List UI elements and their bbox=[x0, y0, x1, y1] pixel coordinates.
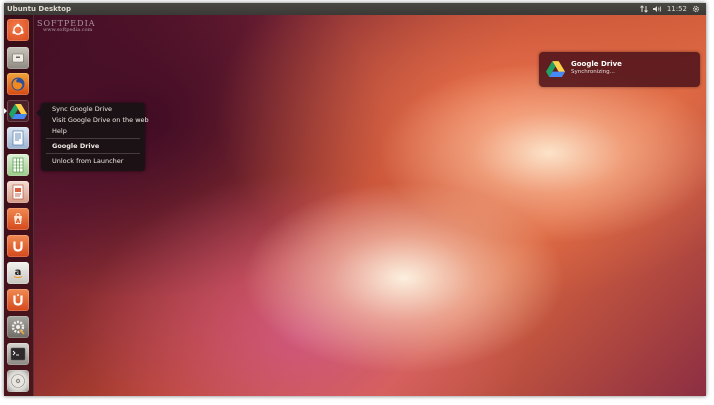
settings-icon bbox=[11, 320, 25, 335]
google-drive-icon bbox=[9, 104, 27, 119]
launcher-item-libreoffice-writer[interactable] bbox=[7, 127, 29, 149]
network-arrows-icon[interactable] bbox=[639, 5, 648, 13]
launcher-item-files[interactable] bbox=[7, 47, 29, 69]
amazon-icon: a bbox=[13, 267, 23, 278]
launcher-item-dvd[interactable] bbox=[7, 370, 29, 392]
launcher-item-ubuntu-one-music[interactable] bbox=[7, 289, 29, 311]
svg-text:A: A bbox=[16, 218, 21, 225]
file-cabinet-icon bbox=[12, 53, 24, 63]
ubuntu-logo-icon bbox=[12, 23, 24, 35]
indicator-area: 11:52 bbox=[639, 3, 700, 15]
notification-title: Google Drive bbox=[571, 60, 622, 68]
software-center-icon: A bbox=[14, 212, 22, 225]
quicklist-item-help[interactable]: Help bbox=[52, 127, 67, 135]
watermark-sub: www.softpedia.com bbox=[43, 27, 93, 33]
volume-icon[interactable] bbox=[652, 5, 662, 13]
launcher-item-amazon[interactable]: a bbox=[7, 262, 29, 284]
document-icon bbox=[12, 130, 24, 146]
active-app-indicator bbox=[4, 108, 7, 114]
launcher: A a bbox=[4, 15, 34, 396]
ubuntu-one-icon bbox=[13, 241, 23, 252]
launcher-item-system-settings[interactable] bbox=[7, 316, 29, 338]
notification-body: Synchronizing... bbox=[571, 69, 615, 75]
dvd-icon bbox=[11, 374, 25, 388]
google-drive-icon bbox=[546, 60, 565, 81]
gear-icon[interactable] bbox=[692, 5, 700, 13]
window-title: Ubuntu Desktop bbox=[7, 5, 71, 13]
spreadsheet-icon bbox=[12, 157, 24, 173]
launcher-item-libreoffice-impress[interactable] bbox=[7, 181, 29, 203]
launcher-item-libreoffice-calc[interactable] bbox=[7, 154, 29, 176]
top-panel: Ubuntu Desktop 11:52 bbox=[4, 3, 706, 15]
terminal-icon bbox=[10, 347, 26, 361]
svg-text:a: a bbox=[15, 267, 22, 278]
quicklist-item-unlock[interactable]: Unlock from Launcher bbox=[52, 157, 123, 165]
launcher-item-ubuntu-software-center[interactable]: A bbox=[7, 208, 29, 230]
quicklist-item-visit-web[interactable]: Visit Google Drive on the web bbox=[52, 116, 149, 124]
desktop-screen: Ubuntu Desktop 11:52 SOFTPEDIA www.softp… bbox=[4, 3, 706, 396]
google-drive-quicklist: Sync Google Drive Visit Google Drive on … bbox=[36, 103, 149, 171]
quicklist-item-sync[interactable]: Sync Google Drive bbox=[52, 105, 112, 113]
clock-label[interactable]: 11:52 bbox=[667, 5, 687, 13]
firefox-icon bbox=[11, 77, 25, 91]
ubuntu-one-music-icon bbox=[13, 294, 23, 306]
launcher-item-terminal[interactable] bbox=[7, 343, 29, 365]
launcher-item-google-drive[interactable] bbox=[7, 100, 29, 122]
launcher-item-dash-home[interactable] bbox=[7, 19, 29, 41]
notification-bubble: Google Drive Synchronizing... bbox=[539, 52, 700, 87]
softpedia-watermark: SOFTPEDIA www.softpedia.com bbox=[37, 20, 96, 33]
quicklist-separator bbox=[46, 153, 140, 154]
presentation-icon bbox=[12, 184, 24, 200]
quicklist-separator bbox=[46, 138, 140, 139]
launcher-item-ubuntu-one[interactable] bbox=[7, 235, 29, 257]
quicklist-app-name[interactable]: Google Drive bbox=[52, 142, 99, 150]
launcher-item-firefox[interactable] bbox=[7, 73, 29, 95]
